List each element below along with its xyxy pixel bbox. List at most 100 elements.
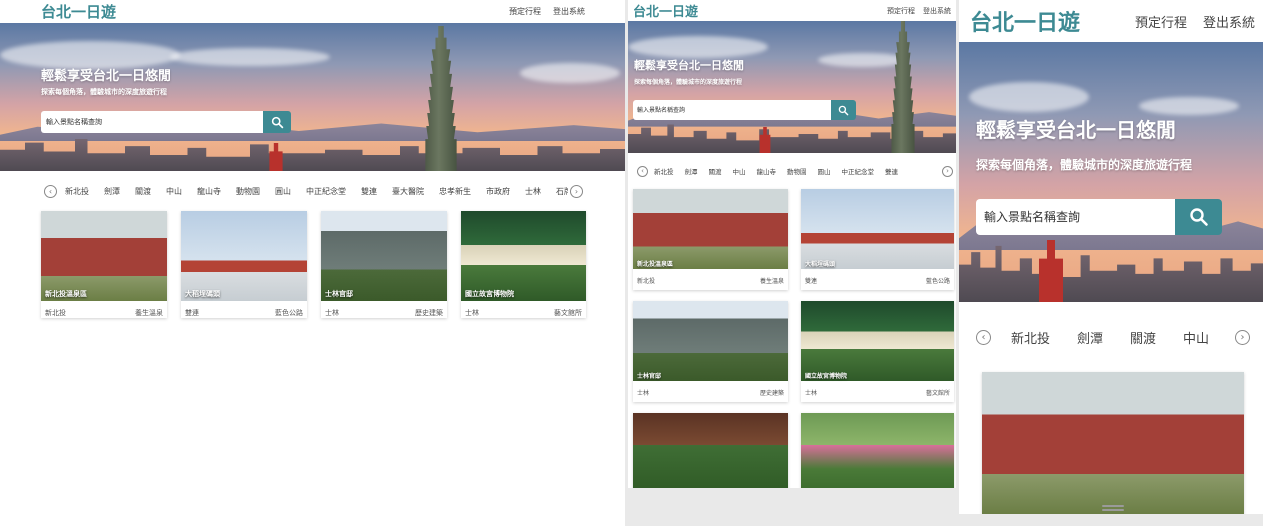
category-item[interactable]: 關渡 [1130,328,1156,347]
category-item[interactable]: 中山 [1183,328,1209,347]
attraction-category: 藍色公路 [275,309,303,317]
search-button[interactable] [263,111,291,133]
attraction-category: 養生溫泉 [135,309,163,317]
category-item[interactable]: 動物園 [787,166,807,176]
attraction-image [181,211,307,301]
resize-handle[interactable] [1102,505,1124,507]
category-item[interactable]: 中山 [733,166,746,176]
category-item[interactable]: 龍山寺 [757,166,777,176]
category-item[interactable]: 雙連 [885,166,898,176]
attraction-card[interactable] [801,413,954,488]
attraction-card[interactable] [633,413,788,488]
category-item[interactable]: 忠孝新生 [439,186,471,197]
attraction-card[interactable]: 國立故宮博物院 士林 藝文館所 [801,301,954,402]
category-item[interactable]: 中正紀念堂 [306,186,346,197]
category-item[interactable]: 臺大醫院 [392,186,424,197]
attraction-mrt: 士林 [637,390,650,397]
attraction-name: 新北投溫泉區 [45,290,87,298]
attraction-name: 大稻埕碼頭 [185,290,220,298]
category-next-button[interactable]: › [1235,329,1250,345]
category-item[interactable]: 士林 [525,186,541,197]
search-icon [1189,208,1208,226]
category-item[interactable]: 市政府 [486,186,510,197]
attraction-card[interactable]: 士林官邸 士林 歷史建築 [633,301,788,402]
category-item[interactable]: 新北投 [654,166,674,176]
search-input[interactable] [633,100,831,120]
category-prev-button[interactable]: ‹ [44,184,57,198]
attraction-mrt: 新北投 [45,309,66,317]
category-item[interactable]: 雙連 [361,186,377,197]
category-item[interactable]: 圓山 [275,186,291,197]
attraction-category: 歷史建築 [415,309,443,317]
attraction-name: 士林官邸 [637,373,662,380]
attraction-image [461,211,586,301]
category-item[interactable]: 劍潭 [685,166,698,176]
attraction-image [801,301,954,381]
hero-banner: 輕鬆享受台北一日悠閒 探索每個角落，體驗城市的深度旅遊行程 [628,21,956,153]
hero-subtitle: 探索每個角落，體驗城市的深度旅遊行程 [976,158,1193,172]
attraction-card[interactable]: 新北投溫泉區 新北投 養生溫泉 [41,211,167,318]
attraction-card[interactable]: 大稻埕碼頭 雙連 藍色公路 [801,189,954,290]
category-item[interactable]: 關渡 [135,186,151,197]
nav-logout-link[interactable]: 登出系統 [923,6,951,16]
attraction-image [321,211,447,301]
search-input[interactable] [41,111,263,133]
category-item[interactable]: 新北投 [65,186,89,197]
nav-logout-link[interactable]: 登出系統 [553,6,585,17]
nav-menu: 預定行程 登出系統 [1119,12,1255,31]
category-item[interactable]: 石牌 [556,186,568,197]
search-icon [271,116,283,128]
attraction-category: 藝文館所 [554,309,582,317]
chevron-left-icon: ‹ [981,331,986,343]
category-prev-button[interactable]: ‹ [976,329,991,345]
category-item[interactable]: 中山 [166,186,182,197]
attraction-card[interactable] [982,372,1244,514]
search-button[interactable] [1175,199,1222,235]
navbar: 台北一日遊 預定行程 登出系統 [959,0,1263,42]
attraction-mrt: 士林 [805,390,818,397]
category-item[interactable]: 龍山寺 [197,186,221,197]
site-logo[interactable]: 台北一日遊 [633,1,698,20]
hero-title: 輕鬆享受台北一日悠閒 [976,118,1176,142]
category-bar: ‹ 新北投 劍潭 關渡 中山 龍山寺 動物園 圓山 中正紀念堂 雙連 臺大醫院 忠孝新生 市政府 士林 石… [44,183,583,199]
nav-logout-link[interactable]: 登出系統 [1203,12,1255,31]
category-item[interactable]: 劍潭 [1077,328,1103,347]
site-logo[interactable]: 台北一日遊 [970,5,1080,37]
chevron-left-icon: ‹ [48,186,53,196]
attraction-name: 士林官邸 [325,290,353,298]
search-bar [41,111,291,133]
category-next-button[interactable]: › [942,165,953,177]
category-prev-button[interactable]: ‹ [637,165,648,177]
resize-handle[interactable] [1102,509,1124,511]
hero-subtitle: 探索每個角落，體驗城市的深度旅遊行程 [634,79,743,86]
attraction-card[interactable]: 大稻埕碼頭 雙連 藍色公路 [181,211,307,318]
category-item[interactable]: 動物園 [236,186,260,197]
category-list: 新北投 劍潭 關渡 中山 [1011,328,1233,347]
desktop-view: 台北一日遊 預定行程 登出系統 輕鬆享受台北一日悠閒 探索每個角落，體驗城市的深… [0,0,625,526]
search-button[interactable] [831,100,856,120]
site-logo[interactable]: 台北一日遊 [41,1,116,22]
search-icon [838,105,849,115]
attraction-image [633,413,788,488]
category-item[interactable]: 圓山 [818,166,831,176]
nav-booking-link[interactable]: 預定行程 [887,6,915,16]
category-item[interactable]: 新北投 [1011,328,1050,347]
category-item[interactable]: 中正紀念堂 [842,166,875,176]
navbar: 台北一日遊 預定行程 登出系統 [628,0,956,21]
search-bar [633,100,856,120]
hero-banner: 輕鬆享受台北一日悠閒 探索每個角落，體驗城市的深度旅遊行程 [959,42,1263,302]
category-item[interactable]: 關渡 [709,166,722,176]
nav-menu: 預定行程 登出系統 [879,6,951,16]
attraction-mrt: 雙連 [805,278,818,285]
attraction-card[interactable]: 新北投溫泉區 新北投 養生溫泉 [633,189,788,290]
attraction-card[interactable]: 國立故宮博物院 士林 藝文館所 [461,211,586,318]
attraction-image [633,189,788,269]
nav-booking-link[interactable]: 預定行程 [1135,12,1187,31]
attraction-card[interactable]: 士林官邸 士林 歷史建築 [321,211,447,318]
attraction-image [801,189,954,269]
tablet-view: 台北一日遊 預定行程 登出系統 輕鬆享受台北一日悠閒 探索每個角落，體驗城市的深… [628,0,956,488]
nav-booking-link[interactable]: 預定行程 [509,6,541,17]
category-next-button[interactable]: › [570,184,583,198]
category-item[interactable]: 劍潭 [104,186,120,197]
search-input[interactable] [976,199,1175,235]
